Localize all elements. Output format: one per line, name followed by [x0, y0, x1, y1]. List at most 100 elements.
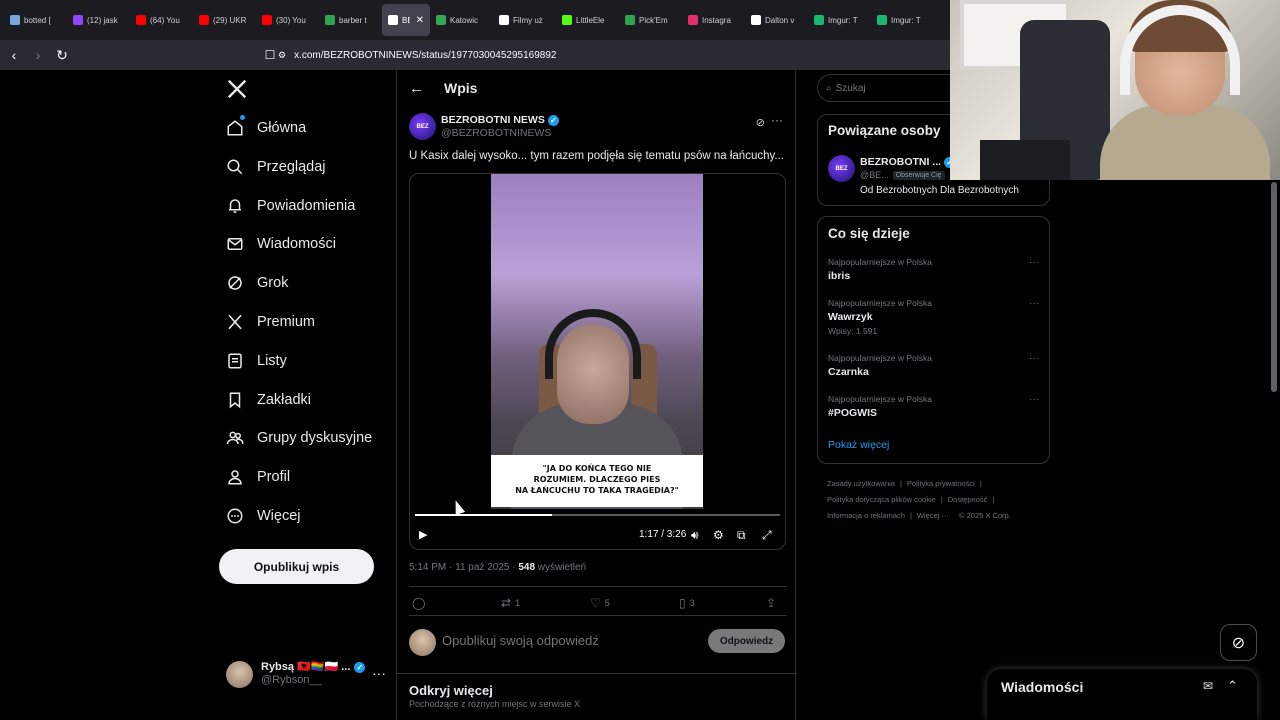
trend-name: ibris: [828, 270, 851, 282]
more-icon[interactable]: ···: [1029, 298, 1039, 309]
reply-button[interactable]: Odpowiedz: [708, 629, 785, 653]
bookmark-count: 3: [689, 598, 695, 608]
browser-tab[interactable]: Pick'Em: [619, 4, 682, 36]
related-name[interactable]: BEZROBOTNI ... ✓: [860, 156, 956, 168]
post-author: BEZ BEZROBOTNI NEWS ✓ @BEZROBOTNINEWS ⊘ …: [409, 113, 787, 141]
browser-tab[interactable]: Filmy uż: [493, 4, 556, 36]
new-message-icon[interactable]: ✉: [1203, 679, 1213, 693]
post-button[interactable]: Opublikuj wpis: [219, 549, 374, 584]
more-icon[interactable]: ···: [372, 665, 386, 681]
nav-item-label: Premium: [257, 314, 316, 330]
forward-icon[interactable]: ›: [28, 45, 48, 65]
browser-tab[interactable]: Dalton v: [745, 4, 808, 36]
nav-item-9[interactable]: Grupy dyskusyjne: [226, 423, 372, 453]
back-arrow-icon[interactable]: ←: [409, 80, 424, 97]
browser-tab[interactable]: LittleEle: [556, 4, 619, 36]
browser-tab[interactable]: Imgur: T: [808, 4, 871, 36]
browser-tab[interactable]: (12) jask: [67, 4, 130, 36]
reply-input[interactable]: [442, 633, 692, 648]
scrollbar[interactable]: [1271, 182, 1277, 392]
cookies-link[interactable]: Polityka dotycząca plików cookie: [827, 495, 936, 504]
browser-tab[interactable]: barber t: [319, 4, 382, 36]
reply-composer: Odpowiedz: [409, 628, 787, 658]
nav-item-10[interactable]: Profil: [226, 462, 290, 492]
browser-tab[interactable]: Katowic: [430, 4, 493, 36]
more-link[interactable]: Więcej ···: [917, 511, 949, 520]
nav-item-11[interactable]: Więcej: [226, 501, 301, 531]
address-bar[interactable]: ⚙ x.com/BEZROBOTNINEWS/status/1977030045…: [278, 44, 958, 66]
nav-item-1[interactable]: Główna: [226, 113, 306, 143]
browser-tab[interactable]: BEZ ✕: [382, 4, 430, 36]
author-name[interactable]: BEZROBOTNI NEWS ✓: [441, 114, 559, 126]
play-icon[interactable]: ▶: [419, 528, 427, 541]
trend-item[interactable]: Najpopularniejsze w Polska Wawrzyk Wpisy: …: [828, 298, 1043, 336]
picture-in-picture-icon[interactable]: ⧉: [737, 528, 746, 543]
trend-item[interactable]: Najpopularniejsze w Polska #POGWIS ···: [828, 394, 1043, 419]
nav-item-8[interactable]: Zakładki: [226, 385, 311, 415]
grok-button[interactable]: ⊘: [1220, 624, 1257, 661]
trend-context: Najpopularniejsze w Polska: [828, 394, 932, 404]
nav-item-2[interactable]: Przeglądaj: [226, 152, 326, 182]
reload-icon[interactable]: ↻: [52, 45, 72, 65]
share-action[interactable]: ⇪: [766, 596, 776, 610]
trend-name: Wawrzyk: [828, 311, 873, 323]
close-tab-icon[interactable]: ✕: [416, 15, 424, 26]
verified-icon: ✓: [354, 662, 366, 673]
author-handle[interactable]: @BEZROBOTNINEWS: [441, 127, 551, 139]
back-icon[interactable]: ‹: [4, 45, 24, 65]
nav-item-3[interactable]: Powiadomienia: [226, 191, 355, 221]
trend-context: Najpopularniejsze w Polska: [828, 298, 932, 308]
messages-drawer[interactable]: Wiadomości ✉ ⌃: [987, 669, 1257, 720]
bookmark-page-icon[interactable]: ☐: [260, 45, 280, 65]
bookmark-action[interactable]: ▯ 3: [679, 596, 695, 610]
tab-favicon-icon: [625, 15, 635, 25]
fullscreen-icon[interactable]: ⤢: [762, 528, 772, 543]
repost-action[interactable]: ⇄ 1: [501, 596, 520, 610]
account-switcher[interactable]: Rybsą 🇦🇱🏳️‍🌈🇵🇱 ... ✓ @Rybson__ ···: [226, 659, 386, 689]
browser-tab[interactable]: (64) You: [130, 4, 193, 36]
author-avatar[interactable]: BEZ: [409, 113, 436, 140]
nav-item-label: Grok: [257, 275, 289, 292]
browser-tab[interactable]: (29) UKR: [193, 4, 256, 36]
nav-item-5[interactable]: Grok: [226, 268, 288, 298]
browser-tab[interactable]: botted [: [4, 4, 67, 36]
more-icon[interactable]: ···: [1029, 353, 1039, 364]
video-time: 1:17 / 3:26: [639, 529, 687, 540]
browser-tab[interactable]: Imgur: T: [871, 4, 934, 36]
x-logo-icon[interactable]: [226, 78, 248, 100]
settings-icon[interactable]: ⚙: [713, 528, 724, 542]
nav-item-6[interactable]: Premium: [226, 307, 315, 337]
avatar: [226, 660, 253, 688]
show-more-link[interactable]: Pokaż więcej: [828, 439, 889, 451]
browser-tab[interactable]: Instagra: [682, 4, 745, 36]
volume-icon[interactable]: 🔊︎: [691, 528, 699, 543]
related-avatar[interactable]: BEZ: [828, 155, 855, 182]
tab-label: BEZ: [402, 15, 410, 25]
accessibility-link[interactable]: Dostępność: [948, 495, 988, 504]
trend-item[interactable]: Najpopularniejsze w Polska Czarnka ···: [828, 353, 1043, 378]
ads-info-link[interactable]: Informacja o reklamach: [827, 511, 905, 520]
trend-name: #POGWIS: [828, 407, 878, 419]
reply-action[interactable]: ◯: [412, 596, 425, 610]
like-action[interactable]: ♡ 5: [590, 596, 610, 610]
video-player[interactable]: "JA DO KOŃCA TEGO NIE ROZUMIEM. DLACZEGO…: [409, 173, 786, 550]
mouse-cursor: [450, 498, 466, 516]
more-icon[interactable]: ···: [1029, 394, 1039, 405]
tab-favicon-icon: [751, 15, 761, 25]
nav-item-7[interactable]: Listy: [226, 346, 287, 376]
more-icon[interactable]: ···: [1029, 257, 1039, 268]
search-box[interactable]: ⌕: [817, 74, 967, 102]
browser-tab[interactable]: (30) You: [256, 4, 319, 36]
trend-item[interactable]: Najpopularniejsze w Polska ibris ···: [828, 257, 1043, 282]
more-icon[interactable]: ···: [771, 113, 783, 127]
privacy-link[interactable]: Polityka prywatności: [907, 479, 975, 488]
nav-item-label: Powiadomienia: [257, 197, 356, 214]
site-info-icon[interactable]: ⚙: [278, 50, 286, 61]
grok-explain-icon[interactable]: ⊘: [756, 116, 765, 129]
search-input[interactable]: [835, 82, 946, 94]
expand-icon[interactable]: ⌃: [1227, 678, 1238, 694]
terms-link[interactable]: Zasady użytkowania: [827, 479, 895, 488]
nav-item-label: Wiadomości: [257, 236, 336, 253]
video-progress-bar[interactable]: [415, 514, 780, 516]
nav-item-4[interactable]: Wiadomości: [226, 229, 336, 259]
